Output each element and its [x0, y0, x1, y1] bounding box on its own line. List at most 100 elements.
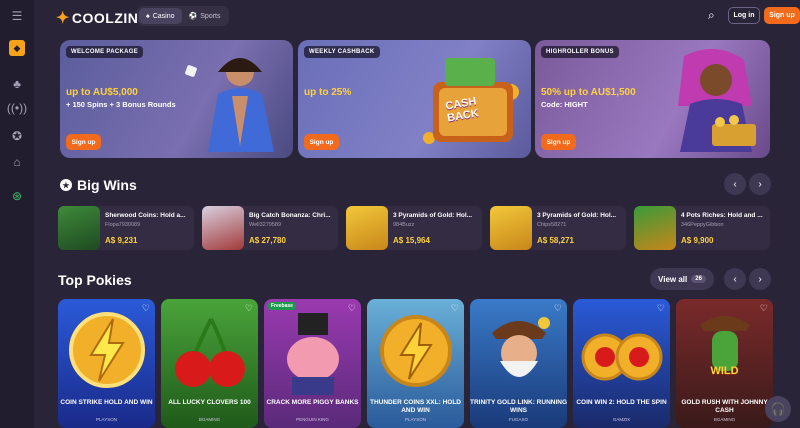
banner-headline: up to 25% — [304, 87, 352, 98]
feature-badge: Freebase — [268, 302, 296, 310]
banner-tag: WEEKLY CASHBACK — [304, 46, 380, 58]
game-thumbnail — [346, 206, 388, 250]
banner-signup-button[interactable]: Sign up — [304, 134, 339, 150]
view-all-button[interactable]: View all 26 — [650, 268, 714, 290]
pokies-next-button[interactable]: › — [749, 268, 771, 290]
login-button[interactable]: Log in — [728, 7, 760, 24]
view-all-count: 26 — [691, 275, 706, 283]
banner-signup-button[interactable]: Sign up — [66, 134, 101, 150]
promo-icon[interactable]: ◆ — [9, 40, 25, 56]
game-card[interactable]: ♡ COIN WIN 2: HOLD THE SPIN GAMZIX — [573, 299, 670, 428]
big-win-card[interactable]: Sherwood Coins: Hold a... Flopa7930089 A… — [58, 206, 194, 250]
sports-icon[interactable]: ⊛ — [9, 188, 25, 204]
game-title: GOLD RUSH WITH JOHNNY CASH — [681, 399, 768, 414]
banner-highroller[interactable]: HIGHROLLER BONUS 50% up to AU$1,500 Code… — [535, 40, 770, 158]
big-win-amount: A$ 58,271 — [537, 236, 574, 245]
big-win-user: Well3279589 — [249, 222, 282, 228]
banner-signup-button[interactable]: Sign up — [541, 134, 576, 150]
banner-subline: + 150 Spins + 3 Bonus Rounds — [66, 100, 176, 109]
favorite-heart-icon[interactable]: ♡ — [451, 303, 459, 314]
slots-icon[interactable]: ♣ — [9, 76, 25, 92]
favorite-heart-icon[interactable]: ♡ — [760, 303, 768, 314]
big-win-user: Chips58271 — [537, 222, 567, 228]
game-provider: PENGUIN KING — [296, 417, 329, 422]
top-pokies-title: Top Pokies — [58, 272, 132, 288]
wild-label: WILD — [710, 365, 739, 377]
tab-casino[interactable]: ♠ Casino — [139, 8, 182, 24]
big-win-game-title: 4 Pots Riches: Hold and ... — [681, 212, 763, 219]
favorite-heart-icon[interactable]: ♡ — [657, 303, 665, 314]
banner-headline: up to AU$5,000 — [66, 87, 138, 98]
favorite-heart-icon[interactable]: ♡ — [245, 303, 253, 314]
chevron-left-icon: ‹ — [733, 178, 737, 190]
chevron-right-icon: › — [758, 273, 762, 285]
sidebar: ☰ ◆ ♣ ((•)) ✪ ⌂ ⊛ — [0, 0, 34, 428]
chevron-right-icon: › — [758, 178, 762, 190]
chevron-left-icon: ‹ — [733, 273, 737, 285]
signup-button[interactable]: Sign up — [764, 7, 800, 24]
menu-icon[interactable]: ☰ — [9, 8, 25, 24]
big-win-amount: A$ 15,964 — [393, 236, 430, 245]
header: ✦ COOLZINO ♠ Casino ⚽ Sports ⌕ Log in Sign … — [34, 0, 800, 32]
casino-icon: ♠ — [146, 12, 150, 20]
game-card[interactable]: ♡ TRINITY GOLD LINK: RUNNING WINS FUGASO — [470, 299, 567, 428]
tab-casino-label: Casino — [152, 12, 175, 20]
game-card[interactable]: WILD ♡ GOLD RUSH WITH JOHNNY CASH BGAMIN… — [676, 299, 773, 428]
star-icon[interactable]: ✪ — [9, 128, 25, 144]
ball-icon: ⚽ — [188, 13, 198, 20]
star-badge-icon: ★ — [60, 179, 72, 191]
live-icon[interactable]: ((•)) — [7, 100, 27, 116]
big-win-user: 984Buzz — [393, 222, 415, 228]
game-card[interactable]: ♡ THUNDER COINS XXL: HOLD AND WIN PLAYSO… — [367, 299, 464, 428]
big-win-card[interactable]: Big Catch Bonanza: Chri... Well3279589 A… — [202, 206, 338, 250]
game-thumbnail — [490, 206, 532, 250]
pokies-prev-button[interactable]: ‹ — [724, 268, 746, 290]
game-thumbnail — [202, 206, 244, 250]
big-win-user: Flopa7930089 — [105, 222, 141, 228]
game-title: COIN STRIKE HOLD AND WIN — [60, 399, 153, 406]
game-provider: PLAYSON — [96, 417, 117, 422]
favorite-heart-icon[interactable]: ♡ — [348, 303, 356, 314]
game-title: TRINITY GOLD LINK: RUNNING WINS — [470, 399, 567, 414]
lightning-coin-art — [69, 312, 145, 388]
big-win-card[interactable]: 3 Pyramids of Gold: Hol... Chips58271 A$… — [490, 206, 626, 250]
gamepad-icon[interactable]: ⌂ — [9, 154, 25, 170]
cactus-art — [700, 316, 750, 371]
game-card[interactable]: Freebase ♡ CRACK MORE PIGGY BANKS PENGUI… — [264, 299, 361, 428]
big-win-amount: A$ 9,900 — [681, 236, 714, 245]
coins-art — [581, 333, 663, 381]
favorite-heart-icon[interactable]: ♡ — [554, 303, 562, 314]
game-title: COIN WIN 2: HOLD THE SPIN — [576, 399, 667, 406]
game-thumbnail — [634, 206, 676, 250]
game-card[interactable]: ♡ ALL LUCKY CLOVERS 100 BGAMING — [161, 299, 258, 428]
big-win-card[interactable]: 3 Pyramids of Gold: Hol... 984Buzz A$ 15… — [346, 206, 482, 250]
banner-welcome[interactable]: WELCOME PACKAGE up to AU$5,000 + 150 Spi… — [60, 40, 293, 158]
logo-icon: ✦ — [56, 10, 70, 27]
game-provider: BGAMING — [198, 417, 221, 422]
product-switch: ♠ Casino ⚽ Sports — [137, 6, 230, 26]
search-icon[interactable]: ⌕ — [708, 8, 722, 22]
favorite-heart-icon[interactable]: ♡ — [142, 303, 150, 314]
support-headset-icon[interactable]: 🎧 — [765, 396, 791, 422]
game-provider: PLAYSON — [405, 417, 426, 422]
view-all-label: View all — [658, 274, 688, 284]
game-card[interactable]: ♡ COIN STRIKE HOLD AND WIN PLAYSON — [58, 299, 155, 428]
big-win-game-title: 3 Pyramids of Gold: Hol... — [393, 212, 473, 219]
logo[interactable]: ✦ COOLZINO — [56, 8, 150, 28]
banner-tag: HIGHROLLER BONUS — [541, 46, 619, 58]
big-win-card[interactable]: 4 Pots Riches: Hold and ... 346PeppyGibb… — [634, 206, 770, 250]
miner-art — [492, 317, 550, 377]
welcome-character-art — [185, 58, 274, 152]
highroller-character-art — [678, 48, 756, 152]
big-wins-next-button[interactable]: › — [749, 173, 771, 195]
piggy-art — [287, 313, 339, 395]
big-wins-prev-button[interactable]: ‹ — [724, 173, 746, 195]
big-win-amount: A$ 9,231 — [105, 236, 138, 245]
big-wins-title: Big Wins — [77, 177, 137, 193]
big-win-game-title: Big Catch Bonanza: Chri... — [249, 212, 331, 219]
banner-cashback[interactable]: WEEKLY CASHBACK up to 25% CASH BACK Sign… — [298, 40, 531, 158]
banner-code: Code: HIGHT — [541, 100, 588, 109]
tab-sports[interactable]: ⚽ Sports — [182, 8, 228, 24]
game-provider: FUGASO — [508, 417, 528, 422]
big-win-game-title: 3 Pyramids of Gold: Hol... — [537, 212, 617, 219]
